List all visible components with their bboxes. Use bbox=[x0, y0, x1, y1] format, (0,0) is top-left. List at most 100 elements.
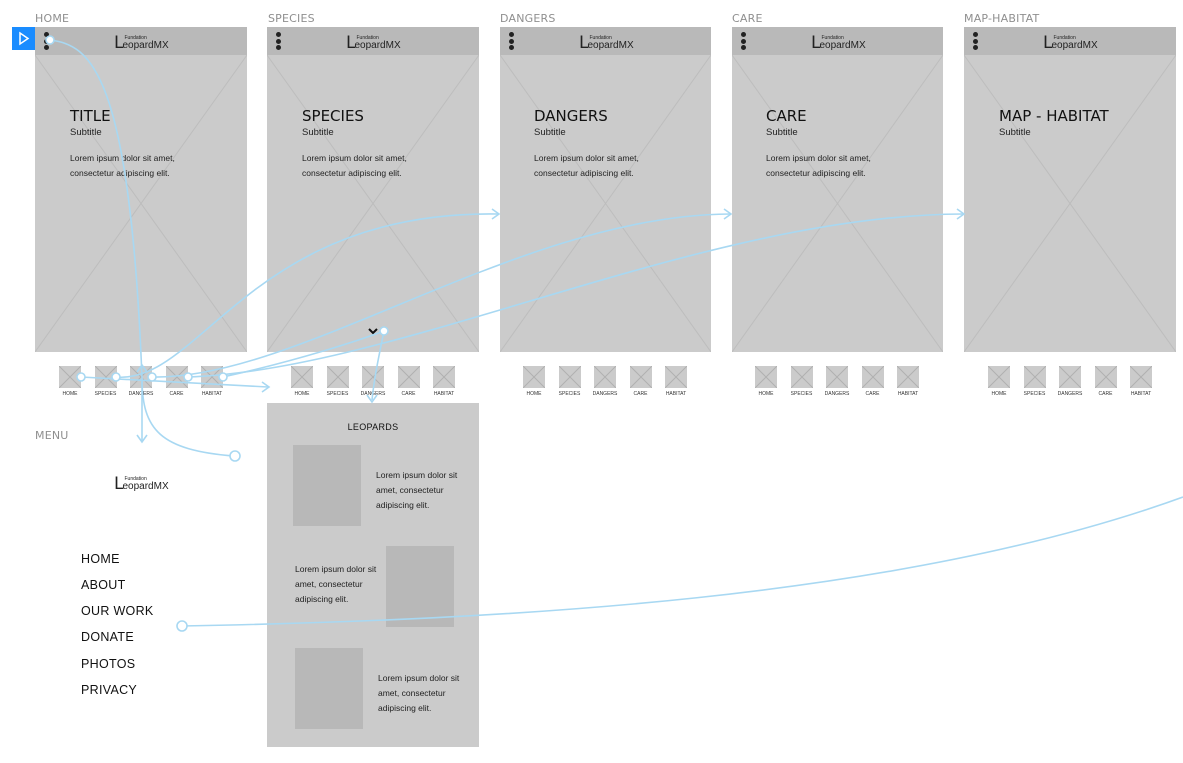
logo: L Fundation eopardMX bbox=[811, 33, 866, 53]
leopards-title: LEOPARDS bbox=[347, 422, 399, 432]
nav-label: HOME bbox=[758, 391, 774, 397]
menu-item-privacy[interactable]: PRIVACY bbox=[81, 683, 137, 697]
leopard-description: Lorem ipsum dolor sit amet, consectetur … bbox=[378, 673, 460, 713]
nav-thumb-habitat[interactable] bbox=[1130, 366, 1152, 388]
page-title: CARE bbox=[766, 107, 807, 125]
frame-label-dangers: DANGERS bbox=[500, 12, 556, 25]
nav-thumb-habitat[interactable] bbox=[897, 366, 919, 388]
kebab-menu-icon[interactable] bbox=[741, 32, 749, 50]
screen-map-habitat[interactable]: L Fundation eopardMX MAP - HABITAT Subtit… bbox=[964, 27, 1176, 352]
menu-item-about[interactable]: ABOUT bbox=[81, 578, 126, 592]
placeholder-cross bbox=[964, 54, 1176, 352]
leopard-image bbox=[386, 546, 454, 627]
leopards-card: LEOPARDS Lorem ipsum dolor sit amet, con… bbox=[267, 403, 479, 747]
nav-thumb-species[interactable] bbox=[1023, 366, 1046, 388]
kebab-menu-icon[interactable] bbox=[44, 32, 52, 50]
nav-thumb-habitat[interactable] bbox=[201, 366, 223, 388]
nav-thumb-habitat[interactable] bbox=[665, 366, 687, 388]
nav-thumb-species[interactable] bbox=[94, 366, 117, 388]
nav-thumb-care[interactable] bbox=[629, 366, 652, 388]
nav-thumb-species[interactable] bbox=[326, 366, 349, 388]
frame-label-map-habitat: MAP-HABITAT bbox=[964, 12, 1040, 25]
nav-thumb-dangers[interactable] bbox=[130, 366, 152, 388]
screen-dangers[interactable]: L Fundation eopardMX DANGERS Subtitle Lor… bbox=[500, 27, 711, 352]
menu-item-donate[interactable]: DONATE bbox=[81, 630, 134, 644]
chevron-down-icon[interactable] bbox=[367, 326, 379, 336]
logo: L Fundation eopardMX bbox=[346, 33, 401, 53]
nav-label: CARE bbox=[169, 391, 184, 397]
nav-thumb-home[interactable] bbox=[755, 366, 777, 388]
nav-label: HABITAT bbox=[897, 391, 919, 397]
placeholder-cross bbox=[732, 54, 943, 352]
nav-thumb-home[interactable] bbox=[988, 366, 1010, 388]
nav-label: CARE bbox=[633, 391, 648, 397]
nav-thumb-care[interactable] bbox=[1094, 366, 1117, 388]
flow-arrowhead bbox=[491, 208, 501, 220]
placeholder-cross bbox=[267, 54, 479, 352]
nav-thumb-dangers[interactable] bbox=[826, 366, 848, 388]
play-button[interactable] bbox=[12, 27, 35, 50]
leopard-image bbox=[293, 445, 361, 526]
nav-label: HABITAT bbox=[665, 391, 687, 397]
flow-arrowhead bbox=[956, 208, 966, 220]
nav-thumb-habitat[interactable] bbox=[433, 366, 455, 388]
leopard-description: Lorem ipsum dolor sit amet, consectetur … bbox=[376, 470, 458, 510]
nav-label: SPECIES bbox=[326, 391, 349, 397]
flow-arrowhead bbox=[261, 381, 271, 393]
nav-label: HABITAT bbox=[1130, 391, 1152, 397]
nav-label: HABITAT bbox=[433, 391, 455, 397]
logo: L Fundation eopardMX bbox=[1043, 33, 1098, 53]
kebab-menu-icon[interactable] bbox=[509, 32, 517, 50]
menu-item-our-work[interactable]: OUR WORK bbox=[81, 604, 154, 618]
nav-label: DANGERS bbox=[1057, 391, 1083, 397]
nav-thumb-dangers[interactable] bbox=[1059, 366, 1081, 388]
page-title: SPECIES bbox=[302, 107, 364, 125]
page-subtitle: Subtitle bbox=[302, 127, 334, 138]
nav-thumb-species[interactable] bbox=[790, 366, 813, 388]
nav-label: HOME bbox=[991, 391, 1007, 397]
menu-item-photos[interactable]: PHOTOS bbox=[81, 657, 135, 671]
nav-bar-care: HOME SPECIES DANGERS CARE HABITAT bbox=[755, 366, 935, 397]
nav-label: SPECIES bbox=[1023, 391, 1046, 397]
frame-label-home: HOME bbox=[35, 12, 70, 25]
nav-label: DANGERS bbox=[824, 391, 850, 397]
frame-label-species: SPECIES bbox=[268, 12, 315, 25]
nav-thumb-species[interactable] bbox=[558, 366, 581, 388]
nav-bar-home: HOME SPECIES DANGERS CARE HABITAT bbox=[59, 366, 239, 397]
page-subtitle: Subtitle bbox=[534, 127, 566, 138]
frame-label-menu: MENU bbox=[35, 429, 69, 442]
nav-thumb-home[interactable] bbox=[59, 366, 81, 388]
nav-label: SPECIES bbox=[790, 391, 813, 397]
placeholder-cross bbox=[500, 54, 711, 352]
menu-item-home[interactable]: HOME bbox=[81, 552, 120, 566]
leopard-image bbox=[295, 648, 363, 729]
nav-label: HOME bbox=[62, 391, 78, 397]
nav-thumb-care[interactable] bbox=[165, 366, 188, 388]
page-subtitle: Subtitle bbox=[999, 127, 1031, 138]
nav-label: HOME bbox=[294, 391, 310, 397]
nav-thumb-care[interactable] bbox=[397, 366, 420, 388]
kebab-menu-icon[interactable] bbox=[973, 32, 981, 50]
nav-thumb-dangers[interactable] bbox=[594, 366, 616, 388]
page-body: Lorem ipsum dolor sit amet, consectetur … bbox=[70, 153, 175, 178]
logo: L Fundation eopardMX bbox=[579, 33, 634, 53]
nav-label: DANGERS bbox=[592, 391, 618, 397]
flow-node bbox=[176, 620, 188, 632]
page-title: TITLE bbox=[70, 107, 111, 125]
nav-thumb-home[interactable] bbox=[523, 366, 545, 388]
nav-label: DANGERS bbox=[360, 391, 386, 397]
screen-species[interactable]: L Fundation eopardMX SPECIES Subtitle Lor… bbox=[267, 27, 479, 352]
page-subtitle: Subtitle bbox=[766, 127, 798, 138]
nav-label: CARE bbox=[1098, 391, 1113, 397]
nav-thumb-dangers[interactable] bbox=[362, 366, 384, 388]
nav-thumb-home[interactable] bbox=[291, 366, 313, 388]
page-title: DANGERS bbox=[534, 107, 608, 125]
nav-bar-species: HOME SPECIES DANGERS CARE HABITAT bbox=[291, 366, 471, 397]
screen-home[interactable]: L Fundation eopardMX TITLE Subtitle Lorem… bbox=[35, 27, 247, 352]
nav-label: HOME bbox=[526, 391, 542, 397]
kebab-menu-icon[interactable] bbox=[276, 32, 284, 50]
nav-thumb-care[interactable] bbox=[861, 366, 884, 388]
page-body: Lorem ipsum dolor sit amet, consectetur … bbox=[534, 153, 639, 178]
nav-bar-dangers: HOME SPECIES DANGERS CARE HABITAT bbox=[523, 366, 703, 397]
screen-care[interactable]: L Fundation eopardMX CARE Subtitle Lorem … bbox=[732, 27, 943, 352]
